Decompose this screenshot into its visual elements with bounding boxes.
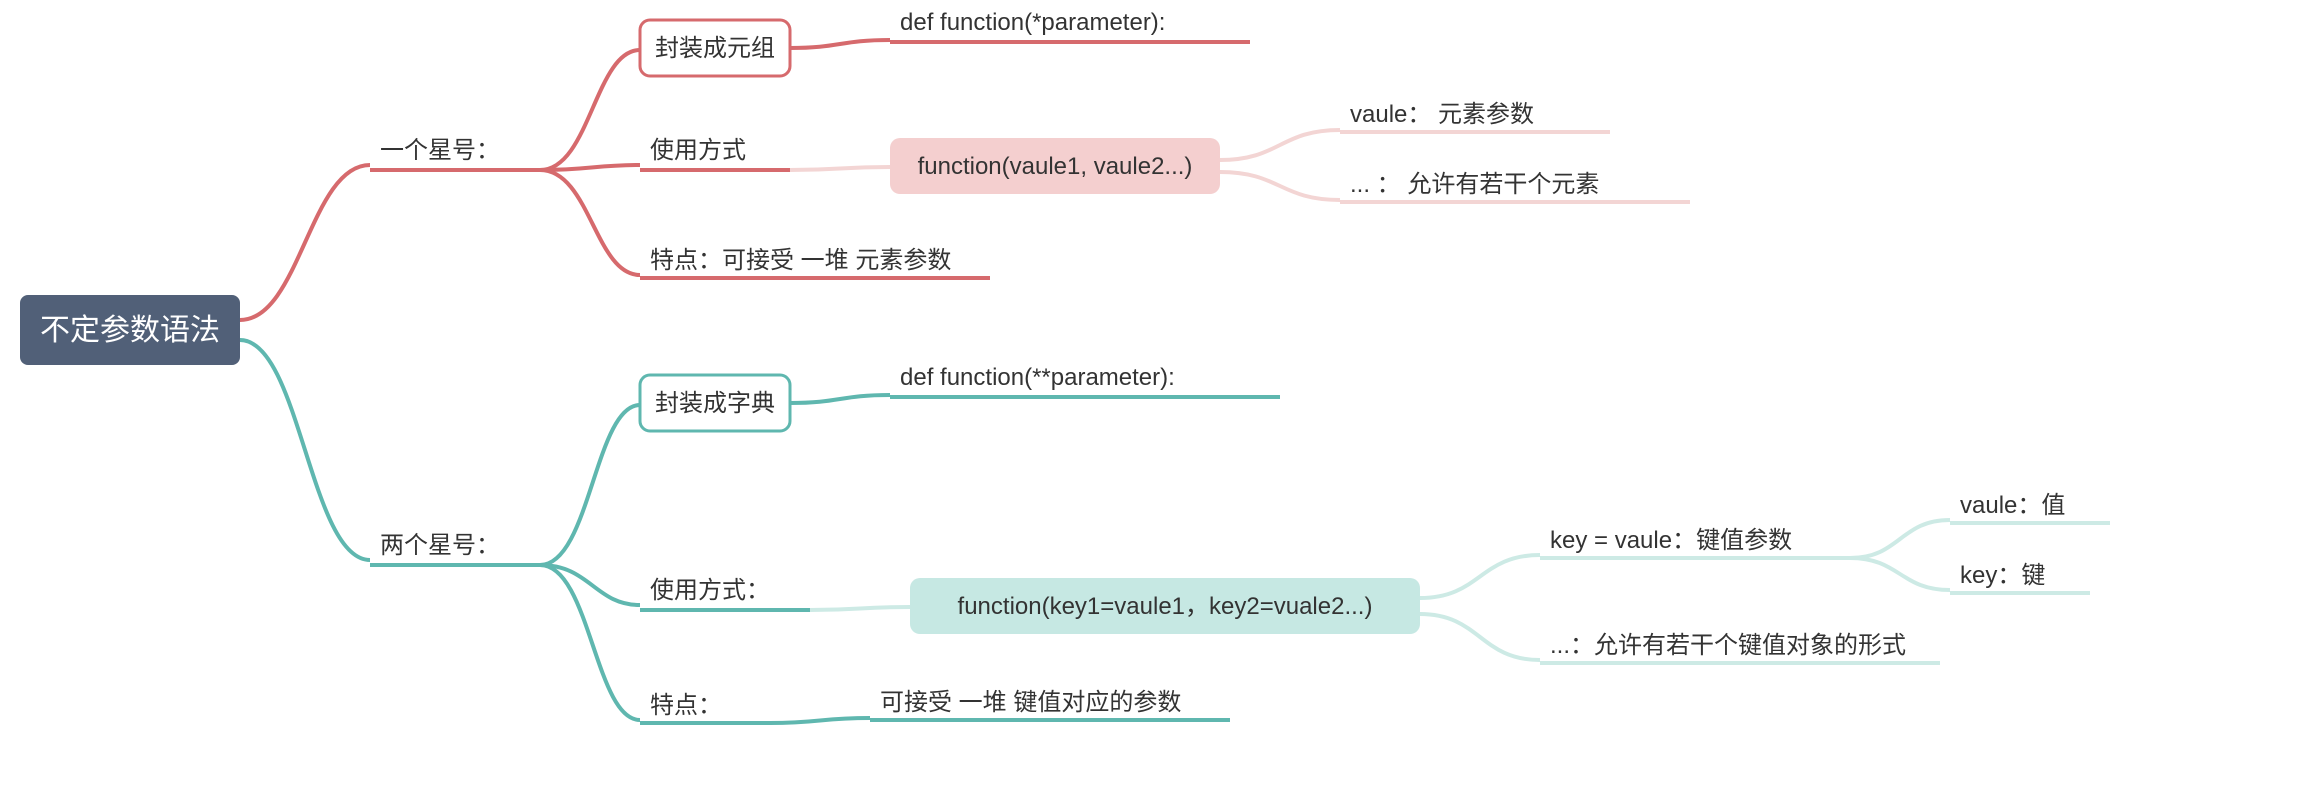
one-star-usage-body-label: function(vaule1, vaule2...) <box>918 153 1193 180</box>
one-star-usage-sub1-label: vaule： 元素参数 <box>1350 101 1534 128</box>
two-star-usage-sub1a-label: vaule：值 <box>1960 492 2065 519</box>
node-one-star-usage[interactable]: 使用方式 <box>640 137 790 170</box>
node-two-star-usage-sub1b[interactable]: key：键 <box>1950 562 2090 593</box>
node-two-star-def[interactable]: def function(**parameter): <box>890 364 1280 397</box>
node-one-star-usage-sub2[interactable]: ... ： 允许有若干个元素 <box>1340 171 1690 202</box>
connector <box>1420 555 1540 598</box>
two-star-usage-label: 使用方式： <box>650 577 770 604</box>
connector <box>540 405 640 565</box>
node-two-star-usage-sub1a[interactable]: vaule：值 <box>1950 492 2110 523</box>
two-star-usage-sub1b-label: key：键 <box>1960 562 2045 589</box>
mindmap-canvas: 不定参数语法 一个星号： 封装成元组 def function(*paramet… <box>0 0 2314 792</box>
node-two-star-usage-sub2[interactable]: ...：允许有若干个键值对象的形式 <box>1540 632 1940 663</box>
two-star-usage-sub2-label: ...：允许有若干个键值对象的形式 <box>1550 632 1906 659</box>
node-two-star[interactable]: 两个星号： <box>370 532 540 565</box>
connector <box>540 50 640 170</box>
connector <box>1850 520 1950 558</box>
one-star-label: 一个星号： <box>380 137 500 164</box>
node-two-star-feature[interactable]: 特点： <box>640 692 770 723</box>
one-star-usage-sub2-label: ... ： 允许有若干个元素 <box>1350 171 1599 198</box>
two-star-def-label: def function(**parameter): <box>900 364 1175 391</box>
connector <box>1420 614 1540 660</box>
connector <box>240 165 370 320</box>
node-two-star-usage-body[interactable]: function(key1=vaule1，key2=vuale2...) <box>910 578 1420 634</box>
connector <box>540 565 640 720</box>
one-star-feature-label: 特点：可接受 一堆 元素参数 <box>650 247 951 274</box>
connector <box>790 40 890 48</box>
node-one-star-usage-body[interactable]: function(vaule1, vaule2...) <box>890 138 1220 194</box>
connector <box>1220 130 1340 160</box>
connector <box>240 340 370 560</box>
node-one-star-wrap[interactable]: 封装成元组 <box>640 20 790 76</box>
connector <box>540 170 640 275</box>
node-one-star-usage-sub1[interactable]: vaule： 元素参数 <box>1340 101 1610 132</box>
one-star-wrap-label: 封装成元组 <box>655 35 775 62</box>
two-star-feature-label: 特点： <box>650 692 722 719</box>
root-node[interactable]: 不定参数语法 <box>20 295 240 365</box>
node-one-star-feature[interactable]: 特点：可接受 一堆 元素参数 <box>640 247 990 278</box>
connector <box>770 718 870 723</box>
connector <box>1220 172 1340 200</box>
node-two-star-usage-sub1[interactable]: key = vaule：键值参数 <box>1540 527 1850 558</box>
one-star-def-label: def function(*parameter): <box>900 9 1165 36</box>
two-star-usage-sub1-label: key = vaule：键值参数 <box>1550 527 1792 554</box>
root-label: 不定参数语法 <box>40 314 220 347</box>
two-star-label: 两个星号： <box>380 532 500 559</box>
node-one-star[interactable]: 一个星号： <box>370 137 540 170</box>
connector <box>810 607 910 610</box>
one-star-usage-label: 使用方式 <box>650 137 746 164</box>
connector <box>790 167 890 170</box>
node-two-star-feature-body[interactable]: 可接受 一堆 键值对应的参数 <box>870 689 1230 720</box>
two-star-wrap-label: 封装成字典 <box>655 390 775 417</box>
connector <box>790 395 890 403</box>
two-star-usage-body-label: function(key1=vaule1，key2=vuale2...) <box>958 593 1373 620</box>
two-star-feature-body-label: 可接受 一堆 键值对应的参数 <box>880 689 1181 716</box>
node-two-star-wrap[interactable]: 封装成字典 <box>640 375 790 431</box>
node-two-star-usage[interactable]: 使用方式： <box>640 577 810 610</box>
node-one-star-def[interactable]: def function(*parameter): <box>890 9 1250 42</box>
connector <box>1850 558 1950 590</box>
